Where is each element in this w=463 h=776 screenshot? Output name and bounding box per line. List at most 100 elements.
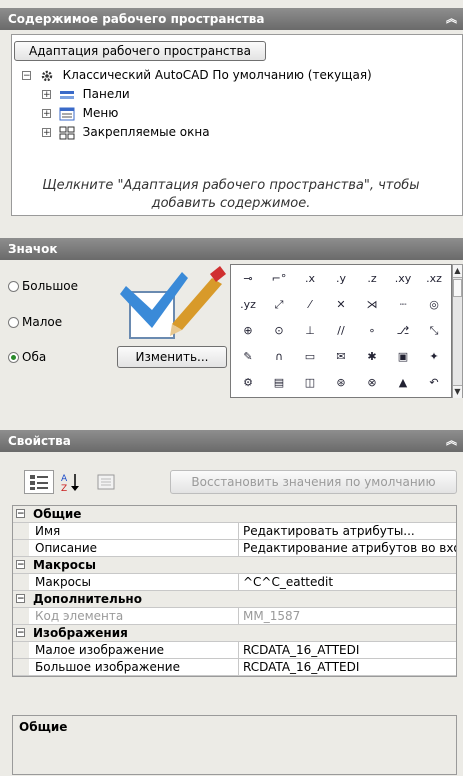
collapse-icon[interactable]: −	[16, 509, 25, 519]
size-radio-large[interactable]: Большое	[8, 279, 78, 293]
toolbar-button-icon[interactable]: ⊗	[359, 371, 385, 395]
toolbar-button-icon[interactable]: ▣	[390, 345, 416, 369]
property-value[interactable]: Редактировать атрибуты...	[238, 523, 456, 539]
gear-icon	[39, 69, 55, 83]
property-pages-icon[interactable]	[92, 470, 120, 494]
toolbar-button-icon[interactable]: ↶	[421, 371, 447, 395]
toolbar-button-icon[interactable]: ⊕	[235, 319, 261, 343]
icon-preview	[112, 262, 228, 342]
toolbar-button-icon[interactable]: ⁄	[297, 293, 323, 317]
collapse-icon[interactable]: −	[22, 71, 31, 81]
property-row[interactable]: Малое изображение RCDATA_16_ATTEDI	[13, 642, 456, 659]
toolbar-button-icon[interactable]: ┈	[390, 293, 416, 317]
toolbar-button-icon[interactable]: ⤡	[421, 319, 447, 343]
toolbar-button-icon[interactable]: ⋊	[359, 293, 385, 317]
category-general[interactable]: − Общие	[13, 506, 456, 523]
tree-root-item[interactable]: − Классический AutoCAD По умолчанию (тек…	[22, 67, 372, 83]
toolbar-button-icon[interactable]: .yz	[235, 293, 261, 317]
size-radio-both[interactable]: Оба	[8, 350, 46, 364]
property-row[interactable]: Имя Редактировать атрибуты...	[13, 523, 456, 540]
toolbar-button-icon[interactable]: ▤	[266, 371, 292, 395]
category-images[interactable]: − Изображения	[13, 625, 456, 642]
property-row[interactable]: Макросы ^C^C_eattedit	[13, 574, 456, 591]
property-row[interactable]: Описание Редактирование атрибутов во вхож	[13, 540, 456, 557]
toolbar-button-icon[interactable]: ◎	[421, 293, 447, 317]
icon-grid: ⊸ ⌐° .x .y .z .xy .xz .yz ⤢ ⁄ ✕ ⋊ ┈ ◎ ⊕ ⊙ ⊥//∘ ⎇ ⤡ ✎ ∩ ▭ ✉ ✱ ▣ ✦ ⚙…	[230, 264, 452, 398]
icon-panel-header[interactable]: Значок	[0, 238, 463, 260]
expand-icon[interactable]: +	[42, 90, 51, 100]
tree-item-panels[interactable]: + Панели	[42, 86, 130, 102]
property-key: Макросы	[35, 575, 91, 589]
property-value[interactable]: ^C^C_eattedit	[238, 574, 456, 590]
toolbar-button-icon[interactable]: ⤢	[266, 293, 292, 317]
scroll-down-icon[interactable]: ▼	[453, 385, 462, 398]
toolbar-button-icon[interactable]: .xz	[421, 267, 447, 291]
toolbar-button-icon[interactable]: ⌐°	[266, 267, 292, 291]
categorized-view-button[interactable]	[24, 470, 54, 494]
windows-grid-icon	[59, 126, 75, 140]
properties-title: Свойства	[8, 434, 71, 448]
property-value: MM_1587	[238, 608, 456, 624]
toolbar-button-icon[interactable]: ⊸	[235, 267, 261, 291]
category-label: Дополнительно	[33, 592, 142, 606]
toolbar-button-icon[interactable]: ▲	[390, 371, 416, 395]
property-key: Описание	[35, 541, 98, 555]
tree-root-label: Классический AutoCAD По умолчанию (текущ…	[62, 68, 372, 82]
toolbar-button-icon[interactable]: ∩	[266, 345, 292, 369]
category-advanced[interactable]: − Дополнительно	[13, 591, 456, 608]
scroll-up-icon[interactable]: ▲	[453, 265, 462, 278]
property-row[interactable]: Код элемента MM_1587	[13, 608, 456, 625]
expand-icon[interactable]: +	[42, 109, 51, 119]
collapse-chevron-icon[interactable]: ︽	[446, 430, 457, 452]
toolbar-button-icon[interactable]: ✦	[421, 345, 447, 369]
toolbar-button-icon[interactable]: ⊙	[266, 319, 292, 343]
toolbar-button-icon[interactable]: ▭	[297, 345, 323, 369]
sort-az-icon[interactable]: AZ	[56, 470, 86, 494]
category-label: Макросы	[33, 558, 96, 572]
toolbar-button-icon[interactable]: ✉	[328, 345, 354, 369]
toolbar-button-icon[interactable]: ⊥	[297, 319, 323, 343]
property-value[interactable]: RCDATA_16_ATTEDI	[238, 659, 456, 675]
collapse-icon[interactable]: −	[16, 560, 25, 570]
size-radio-small[interactable]: Малое	[8, 315, 62, 329]
property-row[interactable]: Большое изображение RCDATA_16_ATTEDI	[13, 659, 456, 676]
reset-defaults-button[interactable]: Восстановить значения по умолчанию	[170, 470, 457, 494]
tree-item-menu[interactable]: + Меню	[42, 105, 118, 121]
collapse-icon[interactable]: −	[16, 628, 25, 638]
property-key: Имя	[35, 524, 61, 538]
toolbar-button-icon[interactable]: ◫	[297, 371, 323, 395]
toolbar-button-icon[interactable]: .z	[359, 267, 385, 291]
toolbar-button-icon[interactable]: .xy	[390, 267, 416, 291]
category-macros[interactable]: − Макросы	[13, 557, 456, 574]
scroll-thumb[interactable]	[453, 279, 462, 297]
customize-workspace-button[interactable]: Адаптация рабочего пространства	[14, 41, 266, 61]
toolbar-button-icon[interactable]: ⎇	[390, 319, 416, 343]
property-key: Код элемента	[35, 609, 124, 623]
toolbar-button-icon[interactable]: ∘	[359, 319, 385, 343]
expand-icon[interactable]: +	[42, 128, 51, 138]
tree-item-dockable-windows[interactable]: + Закрепляемые окна	[42, 124, 210, 140]
toolbar-button-icon[interactable]: ⚙	[235, 371, 261, 395]
collapse-chevron-icon[interactable]: ︽	[446, 8, 457, 30]
radio-circle-selected[interactable]	[8, 352, 19, 363]
toolbar-button-icon[interactable]: ✎	[235, 345, 261, 369]
property-key: Большое изображение	[35, 660, 180, 674]
toolbar-button-icon[interactable]: //	[328, 319, 354, 343]
toolbar-button-icon[interactable]: ✱	[359, 345, 385, 369]
toolbar-button-icon[interactable]: ⊛	[328, 371, 354, 395]
toolbar-button-icon[interactable]: ✕	[328, 293, 354, 317]
properties-header[interactable]: Свойства ︽	[0, 430, 463, 452]
description-title: Общие	[19, 720, 68, 734]
property-value[interactable]: Редактирование атрибутов во вхож	[238, 540, 456, 556]
collapse-icon[interactable]: −	[16, 594, 25, 604]
radio-circle[interactable]	[8, 281, 19, 292]
tree-item-label: Меню	[82, 106, 119, 120]
toolbar-button-icon[interactable]: .y	[328, 267, 354, 291]
edit-icon-button[interactable]: Изменить...	[117, 346, 227, 368]
toolbar-button-icon[interactable]: .x	[297, 267, 323, 291]
workspace-contents-header[interactable]: Содержимое рабочего пространства ︽	[0, 8, 463, 30]
icon-grid-scrollbar[interactable]: ▲ ▼	[452, 264, 463, 398]
hint-line-1: Щелкните "Адаптация рабочего пространств…	[42, 178, 420, 193]
radio-circle[interactable]	[8, 317, 19, 328]
property-value[interactable]: RCDATA_16_ATTEDI	[238, 642, 456, 658]
